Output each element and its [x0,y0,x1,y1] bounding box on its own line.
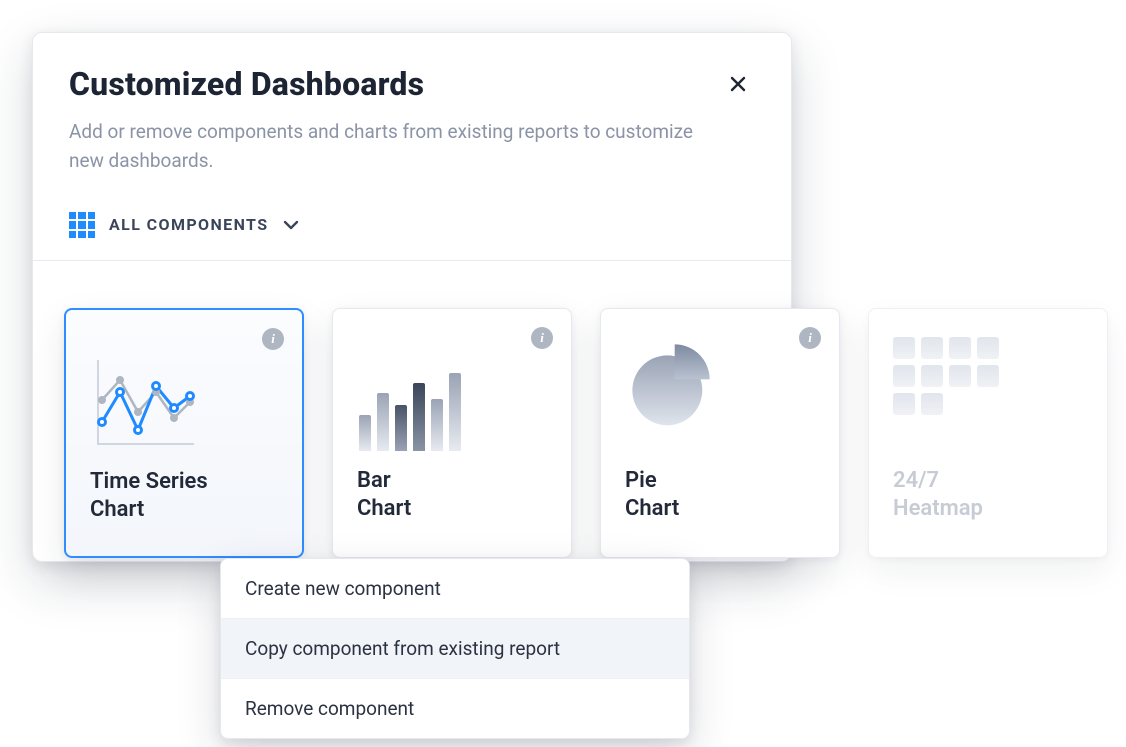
time-series-icon [90,332,278,452]
info-icon[interactable]: i [799,327,821,349]
close-button[interactable] [721,67,755,101]
context-menu: Create new component Copy component from… [220,558,690,739]
chevron-down-icon [282,216,300,234]
card-heatmap[interactable]: 24/7 Heatmap [868,308,1108,558]
card-title: Pie Chart [625,467,815,522]
menu-item-remove[interactable]: Remove component [221,678,689,738]
card-bar-chart[interactable]: i Bar Chart [332,308,572,558]
component-cards: i Time [64,308,1108,558]
menu-item-create[interactable]: Create new component [221,559,689,618]
bar-chart-icon [357,331,547,451]
card-title: 24/7 Heatmap [893,467,1083,522]
card-time-series[interactable]: i Time [64,308,304,558]
card-pie-chart[interactable]: i Pie Chart [600,308,840,558]
heatmap-icon [893,331,1083,451]
panel-title: Customized Dashboards [69,65,424,103]
info-icon[interactable]: i [531,327,553,349]
component-filter[interactable]: ALL COMPONENTS [33,212,791,260]
card-title: Bar Chart [357,467,547,522]
menu-item-copy[interactable]: Copy component from existing report [221,618,689,678]
info-icon[interactable]: i [262,328,284,350]
close-icon [729,75,747,93]
card-title: Time Series Chart [90,468,278,523]
grid-icon [69,212,95,238]
filter-label: ALL COMPONENTS [109,215,268,234]
panel-header: Customized Dashboards Add or remove comp… [33,65,791,176]
pie-chart-icon [625,331,815,451]
panel-subtitle: Add or remove components and charts from… [69,117,709,176]
